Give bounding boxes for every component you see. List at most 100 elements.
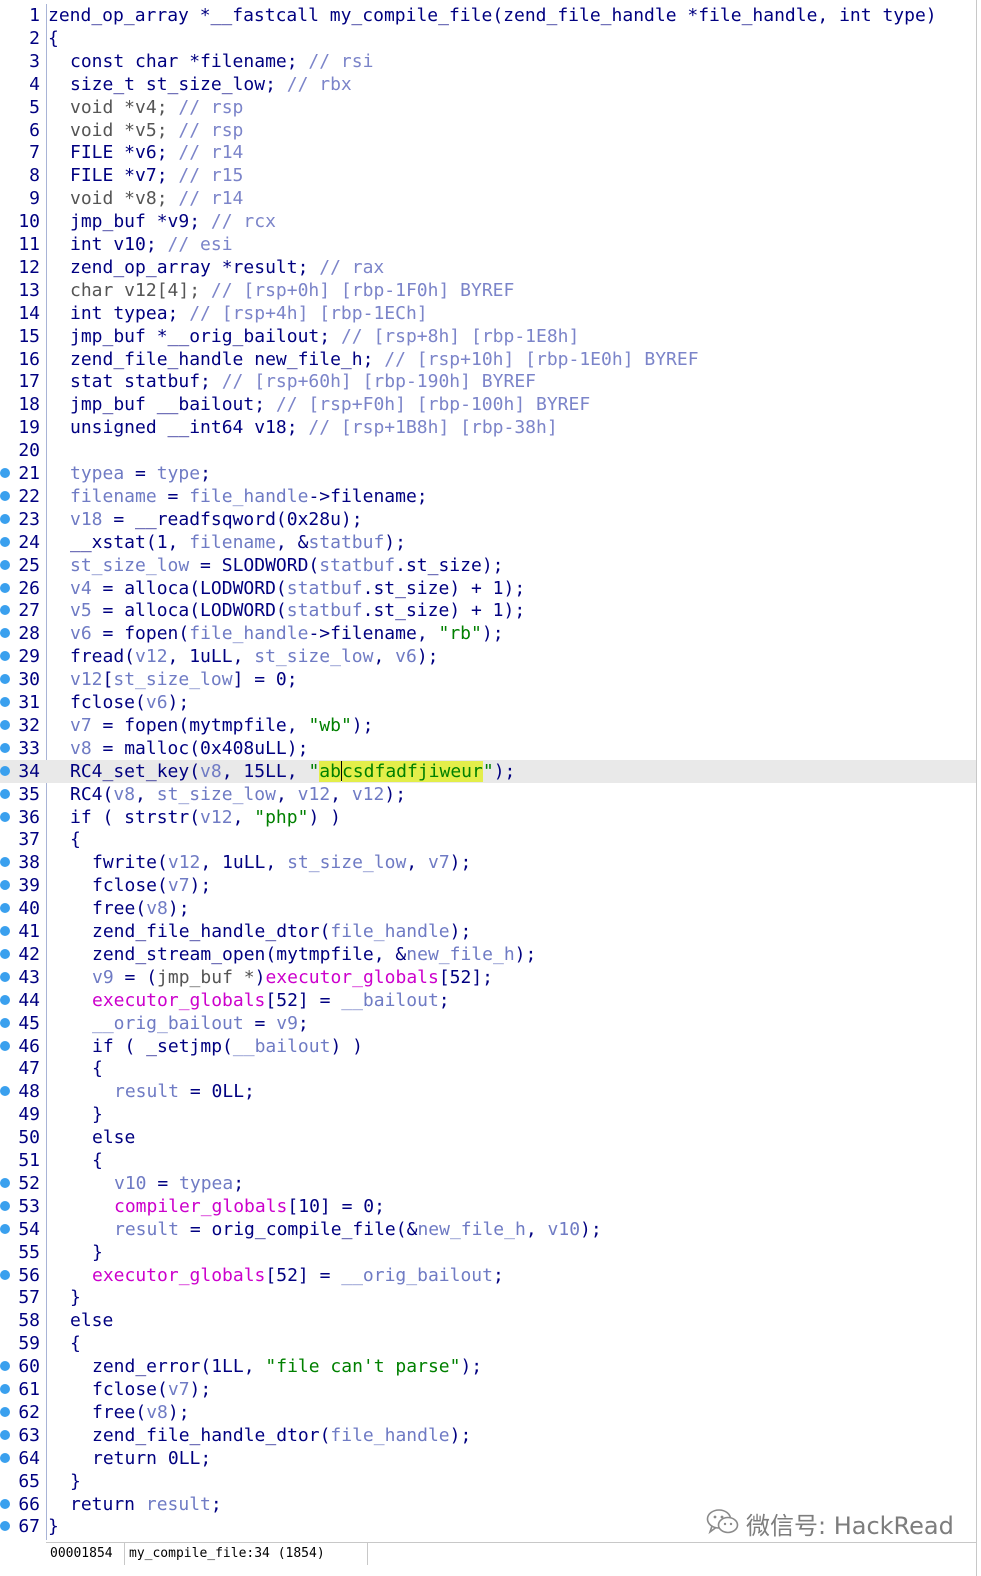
code-text[interactable]: result = 0LL;: [114, 1080, 255, 1103]
code-text[interactable]: {: [92, 1149, 103, 1172]
code-line[interactable]: 49}: [0, 1103, 976, 1126]
code-line[interactable]: 1 zend_op_array *__fastcall my_compile_fi…: [0, 4, 976, 27]
code-line[interactable]: 31 fclose(v6);: [0, 691, 976, 714]
code-text[interactable]: unsigned __int64 v18; // [rsp+1B8h] [rbp…: [70, 416, 558, 439]
code-text[interactable]: v6 = fopen(file_handle->filename, "rb");: [70, 622, 504, 645]
code-text[interactable]: free(v8);: [92, 897, 190, 920]
code-line[interactable]: 8 FILE *v7; // r15: [0, 164, 976, 187]
code-text[interactable]: fwrite(v12, 1uLL, st_size_low, v7);: [92, 851, 471, 874]
code-text[interactable]: return 0LL;: [92, 1447, 211, 1470]
code-line[interactable]: 41 zend_file_handle_dtor(file_handle);: [0, 920, 976, 943]
code-line[interactable]: 2{: [0, 27, 976, 50]
code-line[interactable]: 10 jmp_buf *v9; // rcx: [0, 210, 976, 233]
code-line[interactable]: 47 {: [0, 1057, 976, 1080]
code-line[interactable]: 9 void *v8; // r14: [0, 187, 976, 210]
code-text[interactable]: {: [70, 1332, 81, 1355]
code-text[interactable]: {: [92, 1057, 103, 1080]
code-line[interactable]: 15 jmp_buf *__orig_bailout; // [rsp+8h] […: [0, 325, 976, 348]
code-line[interactable]: 7 FILE *v6; // r14: [0, 141, 976, 164]
code-text[interactable]: FILE *v6; // r14: [70, 141, 243, 164]
code-text[interactable]: void *v8; // r14: [70, 187, 243, 210]
code-text[interactable]: jmp_buf *v9; // rcx: [70, 210, 276, 233]
code-line[interactable]: 57}: [0, 1286, 976, 1309]
code-text[interactable]: __xstat(1, filename, &statbuf);: [70, 531, 406, 554]
code-line[interactable]: 13 char v12[4]; // [rsp+0h] [rbp-1F0h] BY…: [0, 279, 976, 302]
code-line[interactable]: 50 else: [0, 1126, 976, 1149]
code-line[interactable]: 22 filename = file_handle->filename;: [0, 485, 976, 508]
code-line[interactable]: 42 zend_stream_open(mytmpfile, &new_file_…: [0, 943, 976, 966]
code-line[interactable]: 48 result = 0LL;: [0, 1080, 976, 1103]
code-text[interactable]: return result;: [70, 1493, 222, 1516]
code-text[interactable]: jmp_buf *__orig_bailout; // [rsp+8h] [rb…: [70, 325, 579, 348]
code-text[interactable]: executor_globals[52] = __orig_bailout;: [92, 1264, 504, 1287]
code-text[interactable]: if ( _setjmp(__bailout) ): [92, 1035, 363, 1058]
code-text[interactable]: if ( strstr(v12, "php") ): [70, 806, 341, 829]
code-line[interactable]: 25 st_size_low = SLODWORD(statbuf.st_size…: [0, 554, 976, 577]
code-line[interactable]: 65}: [0, 1470, 976, 1493]
code-text[interactable]: fclose(v6);: [70, 691, 189, 714]
code-text[interactable]: zend_stream_open(mytmpfile, &new_file_h)…: [92, 943, 536, 966]
code-text[interactable]: }: [48, 1515, 59, 1538]
code-text[interactable]: stat statbuf; // [rsp+60h] [rbp-190h] BY…: [70, 370, 536, 393]
code-line[interactable]: 46 if ( _setjmp(__bailout) ): [0, 1035, 976, 1058]
code-line[interactable]: 14 int typea; // [rsp+4h] [rbp-1ECh]: [0, 302, 976, 325]
code-line[interactable]: 39 fclose(v7);: [0, 874, 976, 897]
code-line[interactable]: 19 unsigned __int64 v18; // [rsp+1B8h] [r…: [0, 416, 976, 439]
code-line[interactable]: 61 fclose(v7);: [0, 1378, 976, 1401]
code-text[interactable]: }: [92, 1241, 103, 1264]
code-line[interactable]: 45 __orig_bailout = v9;: [0, 1012, 976, 1035]
code-text[interactable]: v8 = malloc(0x408uLL);: [70, 737, 308, 760]
code-text[interactable]: st_size_low = SLODWORD(statbuf.st_size);: [70, 554, 504, 577]
code-line[interactable]: 32 v7 = fopen(mytmpfile, "wb");: [0, 714, 976, 737]
code-line[interactable]: 63 zend_file_handle_dtor(file_handle);: [0, 1424, 976, 1447]
code-line[interactable]: 30 v12[st_size_low] = 0;: [0, 668, 976, 691]
code-line[interactable]: 54 result = orig_compile_file(&new_file_h…: [0, 1218, 976, 1241]
code-text[interactable]: executor_globals[52] = __bailout;: [92, 989, 450, 1012]
code-line[interactable]: 51 {: [0, 1149, 976, 1172]
code-text[interactable]: int v10; // esi: [70, 233, 233, 256]
code-text[interactable]: else: [70, 1309, 113, 1332]
code-text[interactable]: fclose(v7);: [92, 874, 211, 897]
code-line[interactable]: 24 __xstat(1, filename, &statbuf);: [0, 531, 976, 554]
code-text[interactable]: void *v4; // rsp: [70, 96, 243, 119]
pseudocode-view[interactable]: 1 zend_op_array *__fastcall my_compile_fi…: [0, 0, 981, 1540]
code-text[interactable]: zend_error(1LL, "file can't parse");: [92, 1355, 482, 1378]
code-text[interactable]: FILE *v7; // r15: [70, 164, 243, 187]
code-line[interactable]: 6 void *v5; // rsp: [0, 119, 976, 142]
code-line[interactable]: 43 v9 = (jmp_buf *)executor_globals[52];: [0, 966, 976, 989]
code-line[interactable]: 44 executor_globals[52] = __bailout;: [0, 989, 976, 1012]
code-text[interactable]: size_t st_size_low; // rbx: [70, 73, 352, 96]
code-line[interactable]: 53 compiler_globals[10] = 0;: [0, 1195, 976, 1218]
code-text[interactable]: fclose(v7);: [92, 1378, 211, 1401]
code-text[interactable]: v7 = fopen(mytmpfile, "wb");: [70, 714, 373, 737]
code-text[interactable]: compiler_globals[10] = 0;: [114, 1195, 385, 1218]
code-line[interactable]: 56 executor_globals[52] = __orig_bailout;: [0, 1264, 976, 1287]
code-text[interactable]: zend_op_array *result; // rax: [70, 256, 384, 279]
code-line[interactable]: 5 void *v4; // rsp: [0, 96, 976, 119]
code-text[interactable]: typea = type;: [70, 462, 211, 485]
code-text[interactable]: zend_file_handle_dtor(file_handle);: [92, 1424, 471, 1447]
code-text[interactable]: void *v5; // rsp: [70, 119, 243, 142]
code-text[interactable]: filename = file_handle->filename;: [70, 485, 428, 508]
code-text[interactable]: char v12[4]; // [rsp+0h] [rbp-1F0h] BYRE…: [70, 279, 514, 302]
code-line[interactable]: 38 fwrite(v12, 1uLL, st_size_low, v7);: [0, 851, 976, 874]
code-line[interactable]: 20: [0, 439, 976, 462]
code-line[interactable]: 60 zend_error(1LL, "file can't parse");: [0, 1355, 976, 1378]
code-text[interactable]: }: [70, 1286, 81, 1309]
code-line[interactable]: 26 v4 = alloca(LODWORD(statbuf.st_size) +…: [0, 577, 976, 600]
code-line[interactable]: 55}: [0, 1241, 976, 1264]
code-text[interactable]: zend_file_handle_dtor(file_handle);: [92, 920, 471, 943]
code-text[interactable]: int typea; // [rsp+4h] [rbp-1ECh]: [70, 302, 428, 325]
code-line[interactable]: 4 size_t st_size_low; // rbx: [0, 73, 976, 96]
code-line[interactable]: 35 RC4(v8, st_size_low, v12, v12);: [0, 783, 976, 806]
code-line[interactable]: 36 if ( strstr(v12, "php") ): [0, 806, 976, 829]
code-text[interactable]: RC4(v8, st_size_low, v12, v12);: [70, 783, 406, 806]
code-text[interactable]: free(v8);: [92, 1401, 190, 1424]
code-line[interactable]: 37 {: [0, 828, 976, 851]
code-text[interactable]: }: [92, 1103, 103, 1126]
code-line[interactable]: 23 v18 = __readfsqword(0x28u);: [0, 508, 976, 531]
code-line[interactable]: 58 else: [0, 1309, 976, 1332]
code-line[interactable]: 62 free(v8);: [0, 1401, 976, 1424]
code-line[interactable]: 40 free(v8);: [0, 897, 976, 920]
code-text[interactable]: result = orig_compile_file(&new_file_h, …: [114, 1218, 602, 1241]
